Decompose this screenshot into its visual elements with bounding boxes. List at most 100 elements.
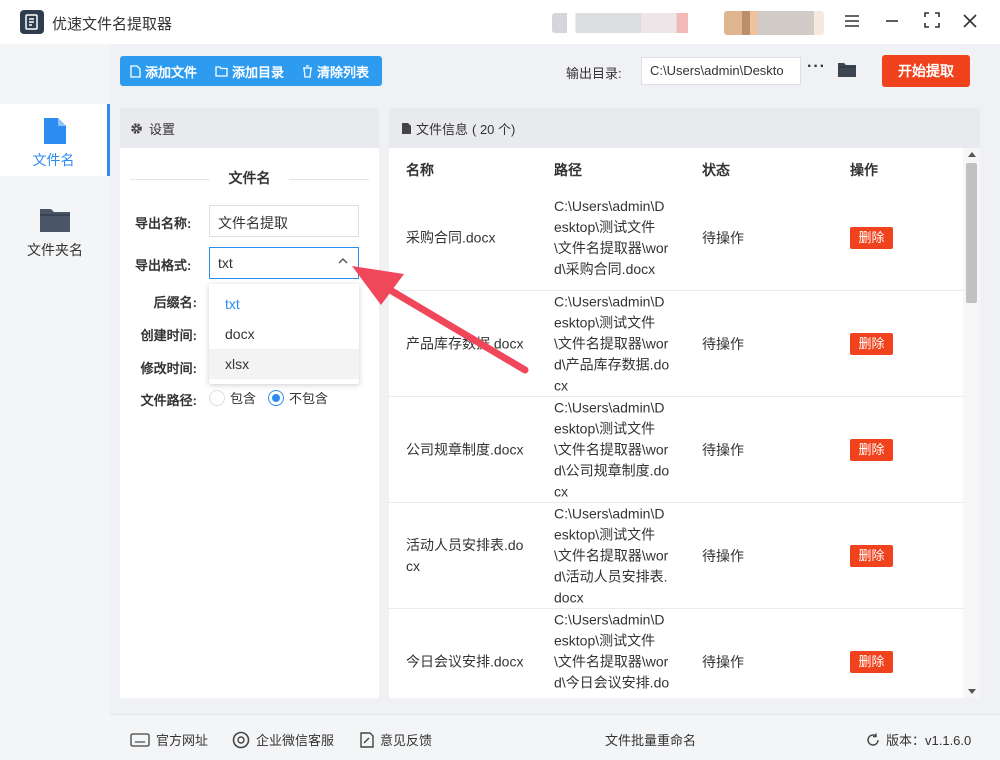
file-count: ( 20 个) (472, 121, 516, 137)
delete-button[interactable]: 删除 (850, 544, 893, 567)
cell-status: 待操作 (702, 653, 744, 670)
cell-path: C:\Users\admin\Desktop\测试文件\文件名提取器\word\… (554, 293, 670, 393)
feedback-label: 意见反馈 (380, 733, 433, 748)
cell-name: 产品库存数据.docx (406, 335, 524, 351)
minimize-icon[interactable] (880, 10, 904, 34)
dropdown-option[interactable]: txt (209, 289, 359, 319)
file-info-panel: 文件信息 ( 20 个) 名称 路径 状态 操作 采购合同.docx C:\Us… (389, 108, 980, 698)
add-file-button[interactable]: 添加文件 (120, 56, 205, 86)
website-link[interactable]: 官方网址 (130, 730, 208, 749)
file-path-label: 文件路径: (140, 393, 197, 408)
vertical-scrollbar[interactable] (963, 148, 980, 698)
folder-icon (40, 209, 70, 232)
version-info[interactable]: 版本：v1.1.6.0 (866, 730, 971, 749)
user-avatar-blurred[interactable] (724, 11, 824, 35)
export-name-input[interactable]: 文件名提取 (209, 205, 359, 237)
cell-name: 采购合同.docx (406, 229, 496, 245)
scroll-down-icon[interactable] (968, 689, 976, 694)
suffix-label: 后缀名: (153, 295, 197, 310)
website-icon (130, 732, 150, 747)
wechat-support-link[interactable]: 企业微信客服 (232, 730, 334, 749)
divider (289, 179, 369, 180)
cell-status: 待操作 (702, 547, 744, 564)
feedback-icon (360, 731, 374, 748)
footer: 官方网址 企业微信客服 意见反馈 文件批量重命名 版本：v1.1.6.0 (110, 714, 1000, 760)
batch-rename-label: 文件批量重命名 (605, 733, 697, 748)
export-format-value: txt (218, 255, 233, 271)
file-table-body: 采购合同.docx C:\Users\admin\Desktop\测试文件\文件… (389, 185, 963, 698)
nav-item-filename[interactable]: 文件名 (0, 104, 110, 176)
radio-include-label[interactable]: 包含 (230, 388, 256, 407)
delete-button[interactable]: 删除 (850, 650, 893, 673)
settings-title: 设置 (149, 121, 176, 137)
more-options-button[interactable]: ··· (807, 58, 826, 76)
refresh-icon (867, 733, 879, 746)
settings-header: 设置 (120, 108, 379, 148)
radio-exclude[interactable] (268, 389, 285, 406)
radio-include[interactable] (209, 389, 225, 406)
nav-item-foldername[interactable]: 文件夹名 (0, 194, 110, 266)
cell-status: 待操作 (702, 441, 744, 458)
title-bar: 优速文件名提取器 (0, 0, 1000, 44)
output-dir-field[interactable]: C:\Users\admin\Deskto (641, 57, 801, 85)
trash-icon (303, 64, 313, 78)
version-label: 版本：v1.1.6.0 (886, 733, 972, 748)
scroll-up-icon[interactable] (968, 152, 976, 157)
radio-exclude-label[interactable]: 不包含 (289, 388, 328, 407)
file-info-title: 文件信息 (416, 121, 469, 137)
main-area: 添加文件 添加目录 清除列表 输出目录: C:\Users\admin\Desk… (110, 44, 1000, 714)
column-header-status: 状态 (702, 162, 730, 178)
menu-icon[interactable] (840, 10, 864, 34)
user-info-blurred (552, 13, 700, 33)
cell-path: C:\Users\admin\Desktop\测试文件\文件名提取器\word\… (554, 197, 669, 277)
table-row: 今日会议安排.docx C:\Users\admin\Desktop\测试文件\… (389, 609, 963, 698)
file-path-radio-group: 包含 不包含 (209, 388, 328, 407)
export-format-label: 导出格式: (135, 258, 192, 273)
website-label: 官方网址 (156, 733, 209, 748)
delete-button[interactable]: 删除 (850, 438, 893, 461)
maximize-icon[interactable] (920, 10, 944, 34)
column-header-path: 路径 (554, 162, 582, 178)
clear-list-label: 清除列表 (317, 64, 370, 80)
table-row: 采购合同.docx C:\Users\admin\Desktop\测试文件\文件… (389, 185, 963, 291)
table-row: 公司规章制度.docx C:\Users\admin\Desktop\测试文件\… (389, 397, 963, 503)
dropdown-option[interactable]: xlsx (209, 349, 359, 379)
created-time-label: 创建时间: (140, 328, 197, 343)
export-format-select[interactable]: txt (209, 247, 359, 279)
nav-label-filename: 文件名 (32, 152, 75, 168)
wechat-support-label: 企业微信客服 (256, 733, 335, 748)
table-row: 活动人员安排表.docx C:\Users\admin\Desktop\测试文件… (389, 503, 963, 609)
chevron-up-icon (338, 258, 348, 264)
close-icon[interactable] (958, 10, 982, 34)
add-directory-label: 添加目录 (232, 64, 285, 80)
scroll-thumb[interactable] (966, 163, 977, 303)
add-directory-button[interactable]: 添加目录 (205, 56, 292, 86)
app-title: 优速文件名提取器 (52, 16, 173, 33)
start-extract-button[interactable]: 开始提取 (882, 55, 970, 87)
cell-path: C:\Users\admin\Desktop\测试文件\文件名提取器\word\… (554, 399, 670, 499)
chat-icon (232, 731, 250, 748)
cell-name: 公司规章制度.docx (406, 441, 524, 457)
dropdown-option[interactable]: docx (209, 319, 359, 349)
cell-status: 待操作 (702, 229, 744, 246)
column-header-name: 名称 (406, 162, 434, 178)
table-row: 产品库存数据.docx C:\Users\admin\Desktop\测试文件\… (389, 291, 963, 397)
batch-rename-link[interactable]: 文件批量重命名 (605, 730, 696, 749)
add-file-icon (130, 64, 141, 78)
open-folder-icon[interactable] (837, 61, 857, 81)
export-name-label: 导出名称: (135, 216, 192, 231)
nav-label-foldername: 文件夹名 (27, 242, 83, 258)
delete-button[interactable]: 删除 (850, 332, 893, 355)
add-file-label: 添加文件 (145, 64, 198, 80)
file-icon (44, 118, 66, 144)
delete-button[interactable]: 删除 (850, 226, 893, 249)
cell-name: 活动人员安排表.docx (406, 536, 524, 574)
column-header-action: 操作 (850, 162, 878, 178)
feedback-link[interactable]: 意见反馈 (360, 730, 432, 749)
clear-list-button[interactable]: 清除列表 (292, 56, 377, 86)
add-directory-icon (215, 66, 228, 77)
cell-name: 今日会议安排.docx (406, 653, 524, 669)
app-logo-icon (20, 10, 44, 34)
file-info-header: 文件信息 ( 20 个) (389, 108, 980, 148)
settings-panel: 设置 文件名 导出名称: 文件名提取 导出格式: txt 后缀名: 创建时间: … (120, 108, 379, 698)
